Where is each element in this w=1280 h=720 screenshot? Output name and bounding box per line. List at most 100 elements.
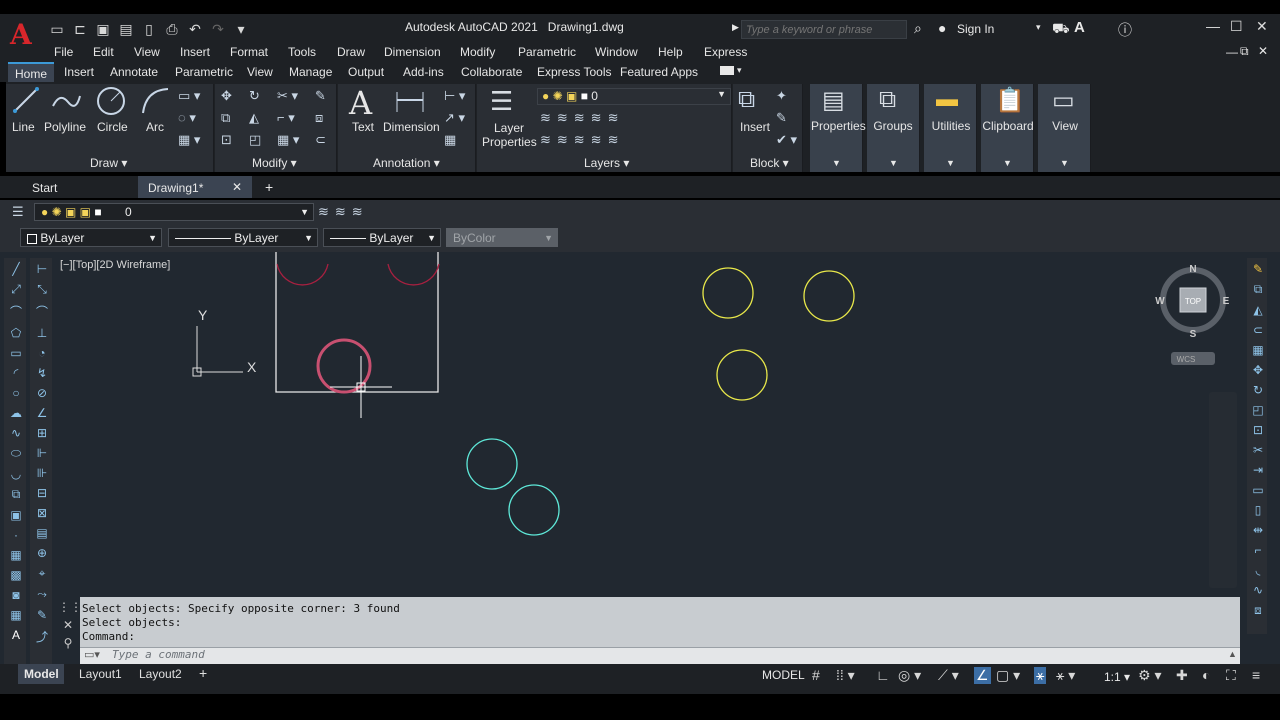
block-panel-title[interactable]: Block ▾ bbox=[750, 156, 789, 170]
layer-properties-label-2[interactable]: Properties bbox=[482, 135, 537, 149]
model-space-button[interactable]: MODEL bbox=[762, 668, 805, 682]
lineweight-dropdown[interactable]: ByLayer ▼ bbox=[323, 228, 441, 247]
tb-arc-icon[interactable]: ◜ bbox=[6, 366, 26, 380]
stretch-icon[interactable]: ⊡ bbox=[221, 132, 232, 148]
ribbon-chevron-icon[interactable]: ▾ bbox=[737, 65, 742, 76]
tb-diameter-icon[interactable]: ⊘ bbox=[32, 386, 52, 400]
move-icon[interactable]: ✥ bbox=[221, 88, 232, 104]
layer-properties-icon[interactable]: ☰ bbox=[490, 86, 513, 117]
plot-icon[interactable]: ⎙ bbox=[163, 21, 181, 38]
menu-edit[interactable]: Edit bbox=[93, 45, 114, 59]
command-prompt-icon[interactable]: ▭▾ bbox=[84, 648, 100, 661]
isolate-icon[interactable]: ◐ bbox=[1202, 667, 1210, 683]
isodraft-icon[interactable]: ⟋ ▾ bbox=[938, 667, 959, 684]
polyline-label[interactable]: Polyline bbox=[44, 120, 86, 134]
search-input[interactable] bbox=[741, 20, 907, 39]
tb-offset-icon[interactable]: ⊂ bbox=[1248, 323, 1268, 337]
sign-in-link[interactable]: Sign In bbox=[957, 22, 994, 36]
tb-dim-edit-icon[interactable]: ✎ bbox=[32, 608, 52, 622]
viewport-controls[interactable]: [−][Top][2D Wireframe] bbox=[60, 259, 170, 271]
tb-hatch-icon[interactable]: ▦ bbox=[6, 548, 26, 562]
menu-format[interactable]: Format bbox=[230, 45, 268, 59]
tb-mtext-icon[interactable]: A bbox=[6, 628, 26, 642]
command-input[interactable]: Type a command bbox=[112, 648, 205, 661]
gradient-icon[interactable]: ▦ ▾ bbox=[178, 132, 200, 148]
undo-icon[interactable]: ↶ bbox=[186, 21, 204, 38]
menu-draw[interactable]: Draw bbox=[337, 45, 365, 59]
layer-dropdown[interactable]: ● ✺ ▣ ▣ ■ 0 ▼ bbox=[34, 203, 314, 221]
tb-ellipse-icon[interactable]: ⬭ bbox=[6, 446, 26, 461]
minimize-icon[interactable]: — bbox=[1206, 18, 1220, 34]
autodesk-account-icon[interactable]: A bbox=[1074, 19, 1085, 36]
tab-annotate[interactable]: Annotate bbox=[110, 65, 158, 79]
tb-quick-dim-icon[interactable]: ⊞ bbox=[32, 426, 52, 440]
tb-fillet-icon[interactable]: ◟ bbox=[1248, 563, 1268, 577]
open-web-icon[interactable]: ▯ bbox=[140, 21, 158, 38]
new-tab-icon[interactable]: + bbox=[265, 179, 273, 195]
close-icon[interactable]: ✕ bbox=[1256, 18, 1268, 35]
save-icon[interactable]: ▣ bbox=[94, 21, 112, 38]
color-dropdown[interactable]: ByLayer ▼ bbox=[20, 228, 162, 247]
tab-featured-apps[interactable]: Featured Apps bbox=[620, 65, 698, 79]
customize-chevron-icon[interactable]: ▾ bbox=[232, 21, 250, 38]
menu-express[interactable]: Express bbox=[704, 45, 747, 59]
new-file-icon[interactable]: ▭ bbox=[48, 21, 66, 38]
text-label[interactable]: Text bbox=[352, 120, 374, 134]
text-icon[interactable]: A bbox=[349, 84, 372, 122]
tb-mirror-icon[interactable]: ◭ bbox=[1248, 303, 1268, 317]
search-arrow-icon[interactable]: ▶ bbox=[732, 22, 739, 33]
tb-block-icon[interactable]: ▣ bbox=[6, 508, 26, 522]
grip-icon[interactable]: ⋮⋮ bbox=[58, 598, 82, 616]
tb-trim-icon[interactable]: ✂ bbox=[1248, 443, 1268, 457]
offset-icon[interactable]: ⊂ bbox=[315, 132, 326, 148]
layers-panel-title[interactable]: Layers ▾ bbox=[584, 156, 629, 170]
tb-radius-icon[interactable]: ◔ bbox=[32, 346, 52, 360]
doc-restore-icon[interactable]: ⧉ bbox=[1240, 44, 1249, 59]
layer-dropdown-ribbon[interactable]: ● ✺ ▣ ■ 0 ▼ bbox=[537, 88, 731, 105]
rotate-icon[interactable]: ↻ bbox=[249, 88, 260, 104]
help-icon[interactable]: ⓘ bbox=[1118, 20, 1132, 40]
tb-scale-icon[interactable]: ◰ bbox=[1248, 403, 1268, 417]
tb-continue-icon[interactable]: ⊪ bbox=[32, 466, 52, 480]
mirror-icon[interactable]: ◭ bbox=[249, 110, 259, 126]
tb-break-point-icon[interactable]: ▭ bbox=[1248, 483, 1268, 497]
tab-parametric[interactable]: Parametric bbox=[175, 65, 233, 79]
tab-home[interactable]: Home bbox=[8, 62, 55, 84]
tb-explode-icon[interactable]: ⧈ bbox=[1248, 603, 1268, 618]
attribute-icon[interactable]: ✔ ▾ bbox=[776, 132, 797, 148]
hatch-icon[interactable]: ◌ ▾ bbox=[178, 110, 196, 126]
menu-window[interactable]: Window bbox=[595, 45, 638, 59]
scale-icon[interactable]: ◰ bbox=[249, 132, 261, 148]
menu-help[interactable]: Help bbox=[658, 45, 683, 59]
tb-region-icon[interactable]: ◙ bbox=[6, 588, 26, 602]
ribbon-minimize-icon[interactable] bbox=[720, 66, 734, 75]
tb-cloud-icon[interactable]: ☁ bbox=[6, 406, 26, 420]
menu-modify[interactable]: Modify bbox=[460, 45, 495, 59]
maximize-icon[interactable]: ☐ bbox=[1230, 18, 1243, 35]
tab-insert[interactable]: Insert bbox=[64, 65, 94, 79]
tb-xline-icon[interactable]: ⤢ bbox=[6, 282, 26, 297]
circle-tool[interactable] bbox=[95, 86, 127, 119]
polar-icon[interactable]: ◎ ▾ bbox=[898, 667, 921, 684]
array-icon[interactable]: ▦ ▾ bbox=[277, 132, 299, 148]
insert-label[interactable]: Insert bbox=[740, 120, 770, 134]
tab-model[interactable]: Model bbox=[18, 664, 64, 684]
grid-icon[interactable]: # bbox=[812, 667, 820, 683]
tb-table-icon[interactable]: ▦ bbox=[6, 608, 26, 622]
linetype-dropdown[interactable]: ByLayer ▼ bbox=[168, 228, 318, 247]
tb-aligned-dim-icon[interactable]: ⤡ bbox=[32, 282, 52, 297]
arc-label[interactable]: Arc bbox=[146, 120, 164, 134]
tb-arc-length-icon[interactable]: ⌒ bbox=[32, 303, 52, 320]
tb-break-icon[interactable]: ⊠ bbox=[32, 506, 52, 520]
tb-line-icon[interactable]: ╱ bbox=[6, 262, 26, 276]
rectangle-icon[interactable]: ▭ ▾ bbox=[178, 88, 200, 104]
copy-icon[interactable]: ⧉ bbox=[221, 110, 230, 126]
cyan-circle-1[interactable] bbox=[466, 438, 518, 490]
table-icon[interactable]: ▦ bbox=[444, 132, 456, 148]
tb-ordinate-icon[interactable]: ⊥ bbox=[32, 326, 52, 340]
leader-icon[interactable]: ↗ ▾ bbox=[444, 110, 465, 126]
clean-screen-icon[interactable]: ⛶ bbox=[1226, 667, 1236, 684]
tab-start[interactable]: Start bbox=[32, 181, 57, 195]
layer-properties-label-1[interactable]: Layer bbox=[494, 121, 524, 135]
menu-parametric[interactable]: Parametric bbox=[518, 45, 576, 59]
